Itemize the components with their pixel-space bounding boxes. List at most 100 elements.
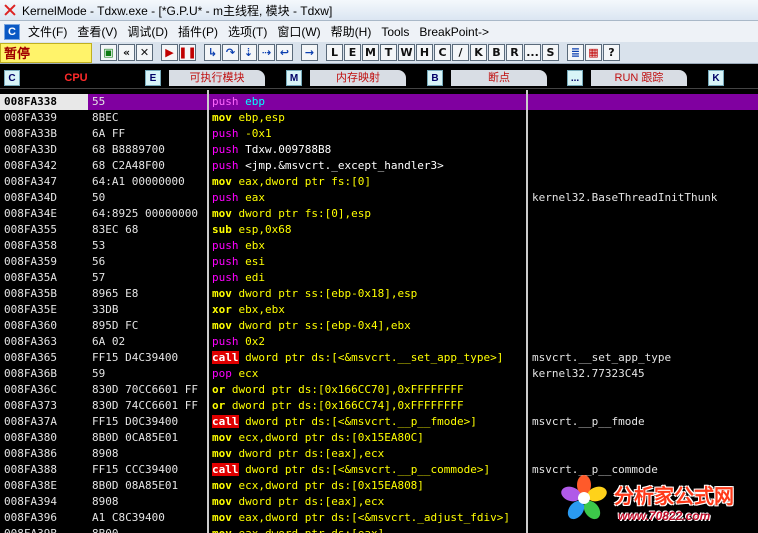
row-operands: ebx (245, 239, 265, 252)
disassembly-row[interactable]: 008FA363 6A 02 push 0x2 (0, 334, 758, 350)
row-mnemonic: push (212, 255, 239, 268)
list-icon[interactable]: ≣ (567, 44, 584, 61)
row-disassembly: push 0x2 (212, 334, 526, 350)
menu-help[interactable]: 帮助(H) (327, 23, 378, 40)
disassembly-row[interactable]: 008FA359 56 push esi (0, 254, 758, 270)
toolbar-button-T[interactable]: T (380, 44, 397, 61)
menu-breakpoint[interactable]: BreakPoint-> (415, 25, 495, 39)
system-menu-button[interactable]: C (4, 23, 20, 40)
disassembly-row[interactable]: 008FA347 64:A1 00000000 mov eax,dword ptr … (0, 174, 758, 190)
row-disassembly: push eax (212, 190, 526, 206)
close-program-icon[interactable]: ✕ (136, 44, 153, 61)
open-file-icon[interactable]: ▣ (100, 44, 117, 61)
row-mnemonic: push (212, 159, 239, 172)
run-icon[interactable]: ▶ (161, 44, 178, 61)
toolbar: 暂停 ▣ « ✕ ▶ ❚❚ ↳ ↷ ⇣ ⇢ ↩ → L E M T W H C … (0, 42, 758, 64)
disassembly-row[interactable]: 008FA365 FF15 D4C39400 call dword ptr ds:[… (0, 350, 758, 366)
toolbar-button-E[interactable]: E (344, 44, 361, 61)
tab-executable-modules-letter: E (145, 70, 161, 86)
tab-breakpoints[interactable]: B 断点 (427, 68, 547, 88)
tab-executable-modules[interactable]: E 可执行模块 (145, 68, 265, 88)
cpu-disassembly-pane[interactable]: 008FA338 55 push ebp 008FA339 8BEC mov ebp,es… (0, 90, 758, 533)
disassembly-row[interactable]: 008FA342 68 C2A48F00 push <jmp.&msvcrt._ex… (0, 158, 758, 174)
row-hex-bytes: 8BEC (92, 111, 119, 124)
row-mnemonic: mov (212, 431, 232, 444)
row-mnemonic: mov (212, 319, 232, 332)
tab-memory-map[interactable]: M 内存映射 (286, 68, 406, 88)
tab-k[interactable]: K (708, 68, 724, 88)
row-hex-bytes: 8B0D 0CA85E01 (92, 431, 179, 444)
restart-icon[interactable]: « (118, 44, 135, 61)
row-address: 008FA39B (4, 526, 88, 533)
row-disassembly: push esi (212, 254, 526, 270)
disassembly-row[interactable]: 008FA35A 57 push edi (0, 270, 758, 286)
disassembly-row[interactable]: 008FA36B 59 pop ecx kernel32.77323C45 (0, 366, 758, 382)
row-mnemonic: call (212, 351, 239, 364)
toolbar-button-R[interactable]: R (506, 44, 523, 61)
tab-breakpoints-label: 断点 (451, 70, 547, 86)
disassembly-row[interactable]: 008FA355 83EC 68 sub esp,0x68 (0, 222, 758, 238)
disassembly-row[interactable]: 008FA35B 8965 E8 mov dword ptr ss:[ebp-0x1… (0, 286, 758, 302)
execute-till-return-icon[interactable]: ↩ (276, 44, 293, 61)
row-operands: dword ptr ds:[eax],ecx (238, 447, 385, 460)
row-hex-bytes: 56 (92, 255, 106, 268)
row-operands: dword ptr ds:[<&msvcrt.__p__commode>] (245, 463, 491, 476)
disassembly-row[interactable]: 008FA339 8BEC mov ebp,esp (0, 110, 758, 126)
tab-cpu-letter: C (4, 70, 20, 86)
menu-options[interactable]: 选项(T) (224, 23, 273, 40)
disassembly-row[interactable]: 008FA380 8B0D 0CA85E01 mov ecx,dword ptr d… (0, 430, 758, 446)
row-hex-bytes: A1 C8C39400 (92, 511, 165, 524)
toolbar-button-C[interactable]: C (434, 44, 451, 61)
row-comment: msvcrt.__set_app_type (532, 351, 672, 364)
toolbar-button-S[interactable]: S (542, 44, 559, 61)
watermark-url: www.70822.com (618, 509, 711, 523)
row-hex-bytes: 830D 74CC6601 FF (92, 399, 198, 412)
disassembly-row[interactable]: 008FA33B 6A FF push -0x1 (0, 126, 758, 142)
row-operands: dword ptr ss:[ebp-0x4],ebx (238, 319, 411, 332)
disassembly-row[interactable]: 008FA35E 33DB xor ebx,ebx (0, 302, 758, 318)
row-mnemonic: pop (212, 367, 232, 380)
row-operands: eax,dword ptr fs:[0] (238, 175, 371, 188)
toolbar-button-M[interactable]: M (362, 44, 379, 61)
menu-plugins[interactable]: 插件(P) (174, 23, 224, 40)
palette-icon[interactable]: ▦ (585, 44, 602, 61)
row-hex-bytes: 8965 E8 (92, 287, 139, 300)
row-operands: edi (245, 271, 265, 284)
disassembly-row[interactable]: 008FA338 55 push ebp (0, 94, 758, 110)
menu-file[interactable]: 文件(F) (24, 23, 73, 40)
column-divider[interactable] (526, 90, 528, 533)
column-divider[interactable] (207, 90, 209, 533)
tab-run-trace[interactable]: ... RUN 跟踪 (567, 68, 687, 88)
pause-icon[interactable]: ❚❚ (178, 44, 197, 61)
menu-view[interactable]: 查看(V) (73, 23, 123, 40)
toolbar-button-H[interactable]: H (416, 44, 433, 61)
toolbar-button-slash[interactable]: / (452, 44, 469, 61)
menu-window[interactable]: 窗口(W) (273, 23, 326, 40)
disassembly-row[interactable]: 008FA360 895D FC mov dword ptr ss:[ebp-0x4… (0, 318, 758, 334)
row-mnemonic: mov (212, 447, 232, 460)
trace-into-icon[interactable]: ⇣ (240, 44, 257, 61)
tab-cpu[interactable]: C CPU (4, 68, 124, 88)
step-over-icon[interactable]: ↷ (222, 44, 239, 61)
toolbar-button-ellipsis[interactable]: ... (524, 44, 541, 61)
toolbar-button-B[interactable]: B (488, 44, 505, 61)
toolbar-button-K[interactable]: K (470, 44, 487, 61)
toolbar-button-W[interactable]: W (398, 44, 415, 61)
step-into-icon[interactable]: ↳ (204, 44, 221, 61)
disassembly-row[interactable]: 008FA358 53 push ebx (0, 238, 758, 254)
menu-tools[interactable]: Tools (377, 25, 415, 39)
toolbar-button-L[interactable]: L (326, 44, 343, 61)
help-icon[interactable]: ? (603, 44, 620, 61)
disassembly-row[interactable]: 008FA36C 830D 70CC6601 FF or dword ptr ds:… (0, 382, 758, 398)
menu-debug[interactable]: 调试(D) (123, 23, 174, 40)
disassembly-row[interactable]: 008FA37A FF15 D0C39400 call dword ptr ds:[… (0, 414, 758, 430)
row-disassembly: push Tdxw.009788B8 (212, 142, 526, 158)
disassembly-row[interactable]: 008FA373 830D 74CC6601 FF or dword ptr ds:… (0, 398, 758, 414)
row-disassembly: mov dword ptr fs:[0],esp (212, 206, 526, 222)
disassembly-row[interactable]: 008FA33D 68 B8889700 push Tdxw.009788B8 (0, 142, 758, 158)
trace-over-icon[interactable]: ⇢ (258, 44, 275, 61)
goto-address-icon[interactable]: → (301, 44, 318, 61)
disassembly-row[interactable]: 008FA386 8908 mov dword ptr ds:[eax],ecx (0, 446, 758, 462)
disassembly-row[interactable]: 008FA34D 50 push eax kernel32.BaseThreadIni… (0, 190, 758, 206)
disassembly-row[interactable]: 008FA34E 64:8925 00000000 mov dword ptr fs… (0, 206, 758, 222)
